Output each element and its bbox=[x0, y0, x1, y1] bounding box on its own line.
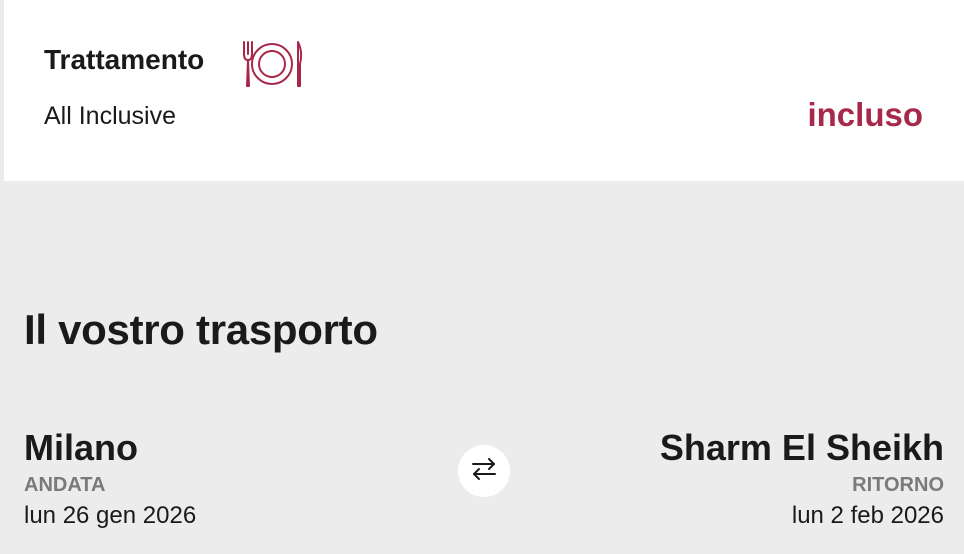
treatment-card: Trattamento All Inclusive incluso bbox=[4, 0, 964, 181]
return-city: Sharm El Sheikh bbox=[659, 427, 944, 468]
outbound-city: Milano bbox=[24, 427, 138, 468]
return-leg: Sharm El Sheikh RITORNO lun 2 feb 2026 bbox=[660, 426, 944, 532]
outbound-type-label: ANDATA bbox=[24, 474, 106, 496]
treatment-price: incluso bbox=[807, 96, 923, 133]
meal-plate-icon bbox=[240, 38, 304, 90]
transport-section-title: Il vostro trasporto bbox=[24, 306, 378, 353]
swap-arrows-icon bbox=[469, 454, 499, 489]
return-date: lun 2 feb 2026 bbox=[791, 502, 944, 529]
treatment-value: All Inclusive bbox=[44, 102, 176, 130]
return-type-label: RITORNO bbox=[852, 474, 944, 496]
treatment-title: Trattamento bbox=[44, 44, 205, 75]
outbound-date: lun 26 gen 2026 bbox=[24, 502, 197, 529]
swap-direction-button[interactable] bbox=[458, 445, 510, 497]
outbound-leg: Milano ANDATA lun 26 gen 2026 bbox=[24, 426, 196, 532]
